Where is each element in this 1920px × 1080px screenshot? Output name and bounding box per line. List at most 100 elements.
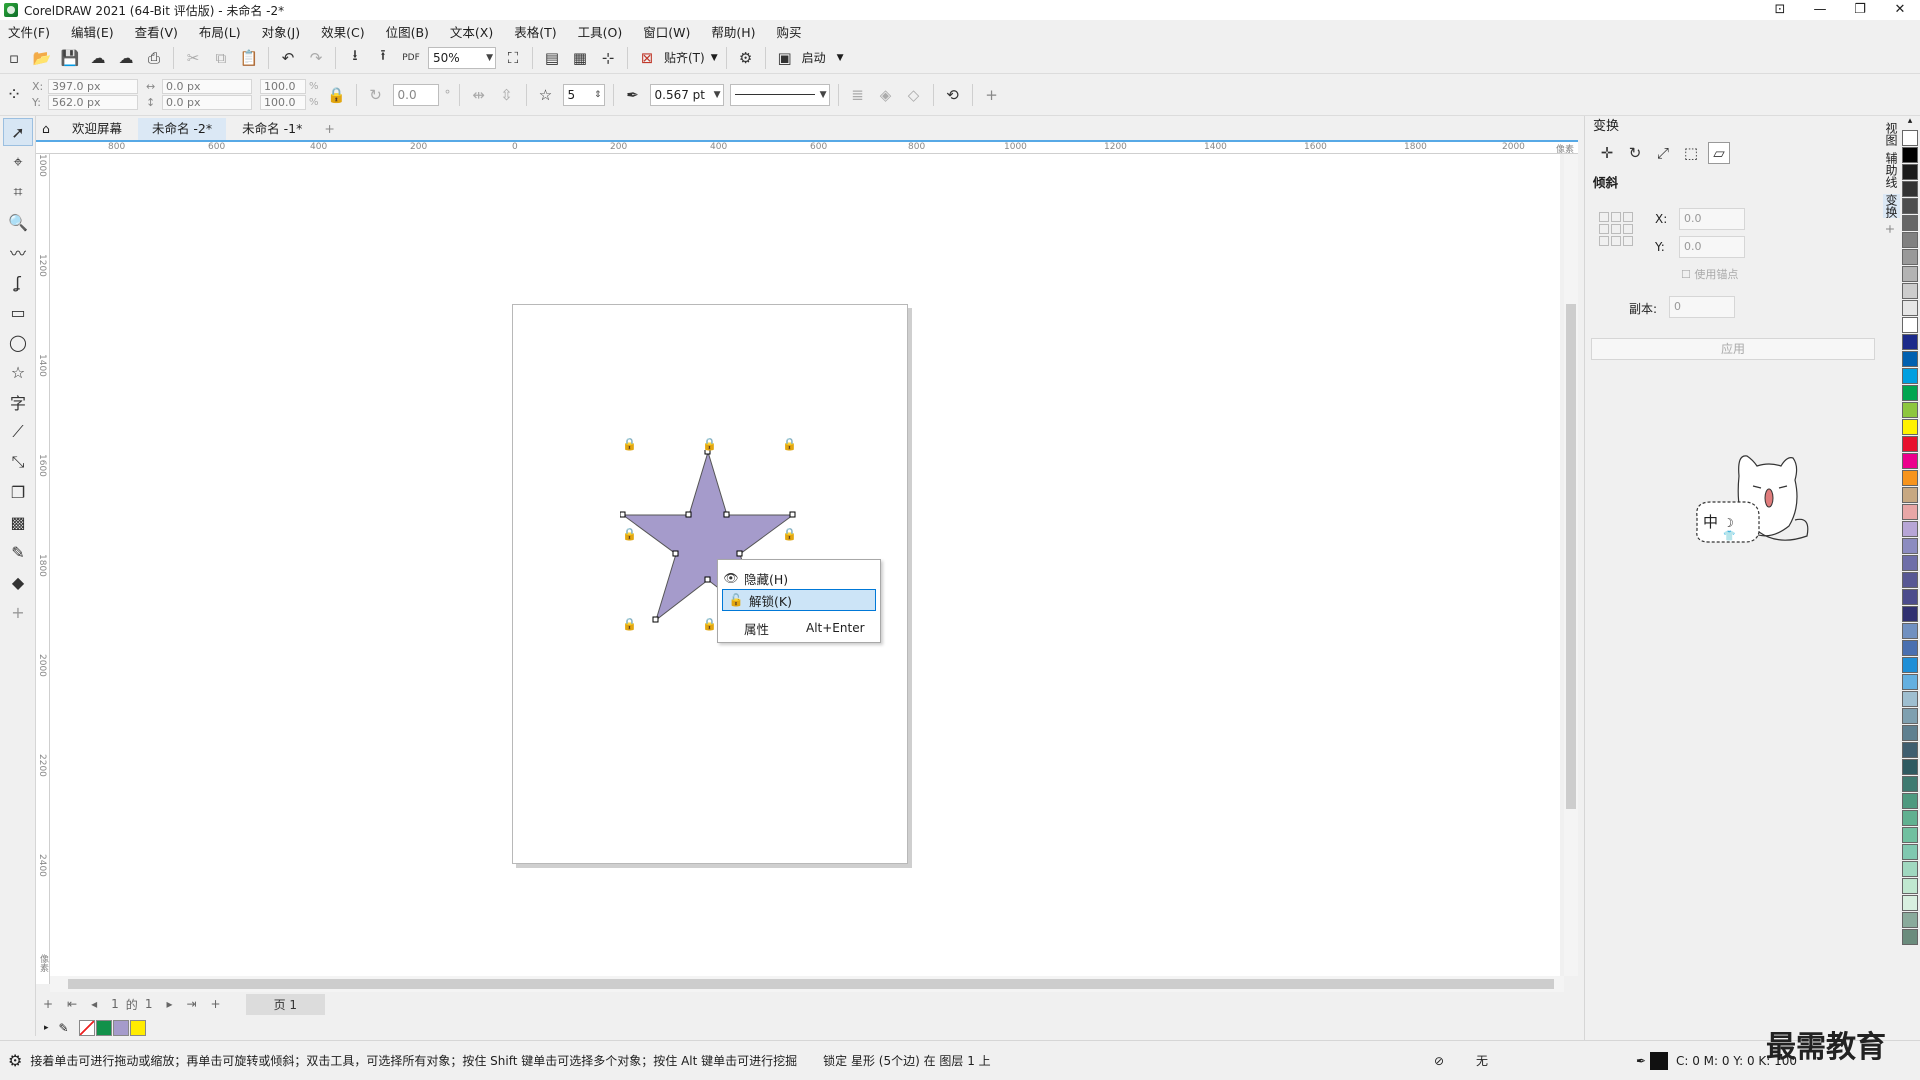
pdf-icon[interactable]: PDF xyxy=(400,47,422,69)
menu-item-unlock[interactable]: 🔓 解锁(K) xyxy=(722,589,876,611)
palette-swatch[interactable] xyxy=(1902,436,1918,452)
copies-field[interactable]: 0 xyxy=(1669,296,1735,318)
launch-menu[interactable]: 启动 xyxy=(802,49,826,66)
palette-swatch[interactable] xyxy=(1902,402,1918,418)
palette-swatch[interactable] xyxy=(1902,810,1918,826)
maximize-button[interactable]: ❐ xyxy=(1840,0,1880,20)
palette-swatch[interactable] xyxy=(1902,385,1918,401)
horizontal-ruler[interactable]: 800 600 400 200 0 200 400 600 800 1000 1… xyxy=(36,140,1578,155)
palette-swatch[interactable] xyxy=(1902,453,1918,469)
outline-width-select[interactable]: 0.567 pt ▼ xyxy=(649,83,724,106)
palette-swatch[interactable] xyxy=(1902,674,1918,690)
add-tool-icon[interactable]: + xyxy=(981,84,1003,106)
palette-swatch[interactable] xyxy=(1902,368,1918,384)
snap-off-icon[interactable]: ⊠ xyxy=(636,47,658,69)
menu-file[interactable]: 文件(F) xyxy=(8,22,50,41)
palette-swatch[interactable] xyxy=(1902,742,1918,758)
color-eyedropper-tool-icon[interactable]: ✎ xyxy=(3,538,33,566)
tab-untitled-2[interactable]: 未命名 -2* xyxy=(137,118,227,140)
palette-swatch[interactable] xyxy=(1902,164,1918,180)
palette-expand-icon[interactable]: ▸ xyxy=(44,1023,49,1033)
last-page-icon[interactable]: ⇥ xyxy=(186,997,196,1011)
snap-dropdown-icon[interactable]: ▼ xyxy=(711,53,718,63)
scale-x-field[interactable]: 100.0 xyxy=(260,79,306,94)
home-icon[interactable]: ⌂ xyxy=(36,118,56,140)
to-back-icon[interactable]: ◇ xyxy=(903,84,925,106)
palette-swatch[interactable] xyxy=(1902,538,1918,554)
ellipse-tool-icon[interactable]: ◯ xyxy=(3,328,33,356)
position-icon[interactable]: ✛ xyxy=(1596,142,1618,164)
star-points-field[interactable]: 5 ⇕ xyxy=(562,83,605,106)
palette-swatch[interactable] xyxy=(1902,606,1918,622)
skew-x-field[interactable]: 0.0 xyxy=(1679,208,1745,230)
launch-icon[interactable]: ▣ xyxy=(774,47,796,69)
add-page-before-icon[interactable]: + xyxy=(43,997,53,1011)
wrap-text-icon[interactable]: ≣ xyxy=(847,84,869,106)
scale-mirror-icon[interactable]: ⤢ xyxy=(1652,142,1674,164)
prev-page-icon[interactable]: ◂ xyxy=(91,997,97,1011)
first-page-icon[interactable]: ⇤ xyxy=(67,997,77,1011)
convert-to-curves-icon[interactable]: ⟲ xyxy=(942,84,964,106)
new-tab-icon[interactable]: + xyxy=(318,118,340,140)
options-gear-icon[interactable]: ⚙ xyxy=(735,47,757,69)
tab-untitled-1[interactable]: 未命名 -1* xyxy=(228,118,316,140)
paste-icon[interactable]: 📋 xyxy=(238,47,260,69)
menu-item-properties[interactable]: 属性 Alt+Enter xyxy=(718,617,880,639)
height-field[interactable]: 0.0 px xyxy=(162,95,252,110)
palette-swatch[interactable] xyxy=(1902,487,1918,503)
palette-swatch[interactable] xyxy=(1902,181,1918,197)
palette-swatch[interactable] xyxy=(1902,708,1918,724)
palette-swatch[interactable] xyxy=(1902,861,1918,877)
add-docker-icon[interactable]: + xyxy=(1883,224,1897,234)
vertical-ruler[interactable]: 1000 1200 1400 1600 1800 2000 2200 2400 … xyxy=(36,154,50,984)
menu-help[interactable]: 帮助(H) xyxy=(711,22,755,41)
rotate-icon[interactable]: ↻ xyxy=(1624,142,1646,164)
menu-buy[interactable]: 购买 xyxy=(777,22,802,41)
palette-swatch[interactable] xyxy=(1902,725,1918,741)
palette-swatch[interactable] xyxy=(1902,283,1918,299)
page-tab[interactable]: 页 1 xyxy=(245,993,326,1015)
parallel-dimension-tool-icon[interactable]: ⟋ xyxy=(3,418,33,446)
swatch[interactable] xyxy=(112,1020,129,1036)
crop-tool-icon[interactable]: ⌗ xyxy=(3,178,33,206)
swatch[interactable] xyxy=(95,1020,112,1036)
print-icon[interactable]: ⎙ xyxy=(143,47,165,69)
menu-bitmaps[interactable]: 位图(B) xyxy=(386,22,429,41)
palette-swatch[interactable] xyxy=(1902,640,1918,656)
zoom-level-select[interactable]: 50% ▼ xyxy=(428,46,496,69)
next-page-icon[interactable]: ▸ xyxy=(166,997,172,1011)
mirror-vertical-icon[interactable]: ⇳ xyxy=(496,84,518,106)
menu-layout[interactable]: 布局(L) xyxy=(199,22,241,41)
x-position-field[interactable]: 397.0 px xyxy=(48,79,138,94)
mirror-horizontal-icon[interactable]: ⇹ xyxy=(468,84,490,106)
skew-y-field[interactable]: 0.0 xyxy=(1679,236,1745,258)
star-icon[interactable]: ☆ xyxy=(535,84,557,106)
palette-swatch[interactable] xyxy=(1902,572,1918,588)
transparency-tool-icon[interactable]: ▩ xyxy=(3,508,33,536)
horizontal-scrollbar[interactable] xyxy=(50,976,1564,992)
menu-view[interactable]: 查看(V) xyxy=(135,22,178,41)
eyedropper-icon[interactable]: ✎ xyxy=(59,1021,69,1035)
cloud-upload-icon[interactable]: ☁ xyxy=(115,47,137,69)
menu-window[interactable]: 窗口(W) xyxy=(643,22,690,41)
palette-swatch[interactable] xyxy=(1902,759,1918,775)
palette-swatch[interactable] xyxy=(1902,555,1918,571)
skew-icon[interactable]: ▱ xyxy=(1708,142,1730,164)
menu-edit[interactable]: 编辑(E) xyxy=(71,22,114,41)
cloud-download-icon[interactable]: ☁ xyxy=(87,47,109,69)
freehand-tool-icon[interactable]: 〰 xyxy=(3,238,33,266)
palette-swatch[interactable] xyxy=(1902,249,1918,265)
new-document-icon[interactable]: ▫ xyxy=(3,47,25,69)
palette-swatch[interactable] xyxy=(1902,198,1918,214)
add-page-after-icon[interactable]: + xyxy=(211,997,221,1011)
open-icon[interactable]: 📂 xyxy=(31,47,53,69)
palette-swatch[interactable] xyxy=(1902,793,1918,809)
menu-table[interactable]: 表格(T) xyxy=(514,22,556,41)
palette-swatch[interactable] xyxy=(1902,589,1918,605)
palette-swatch[interactable] xyxy=(1902,844,1918,860)
menu-text[interactable]: 文本(X) xyxy=(450,22,493,41)
show-grid-icon[interactable]: ▦ xyxy=(569,47,591,69)
palette-swatch[interactable] xyxy=(1902,351,1918,367)
artistic-media-tool-icon[interactable]: ʆ xyxy=(3,268,33,296)
add-tool-icon[interactable]: + xyxy=(3,598,33,626)
